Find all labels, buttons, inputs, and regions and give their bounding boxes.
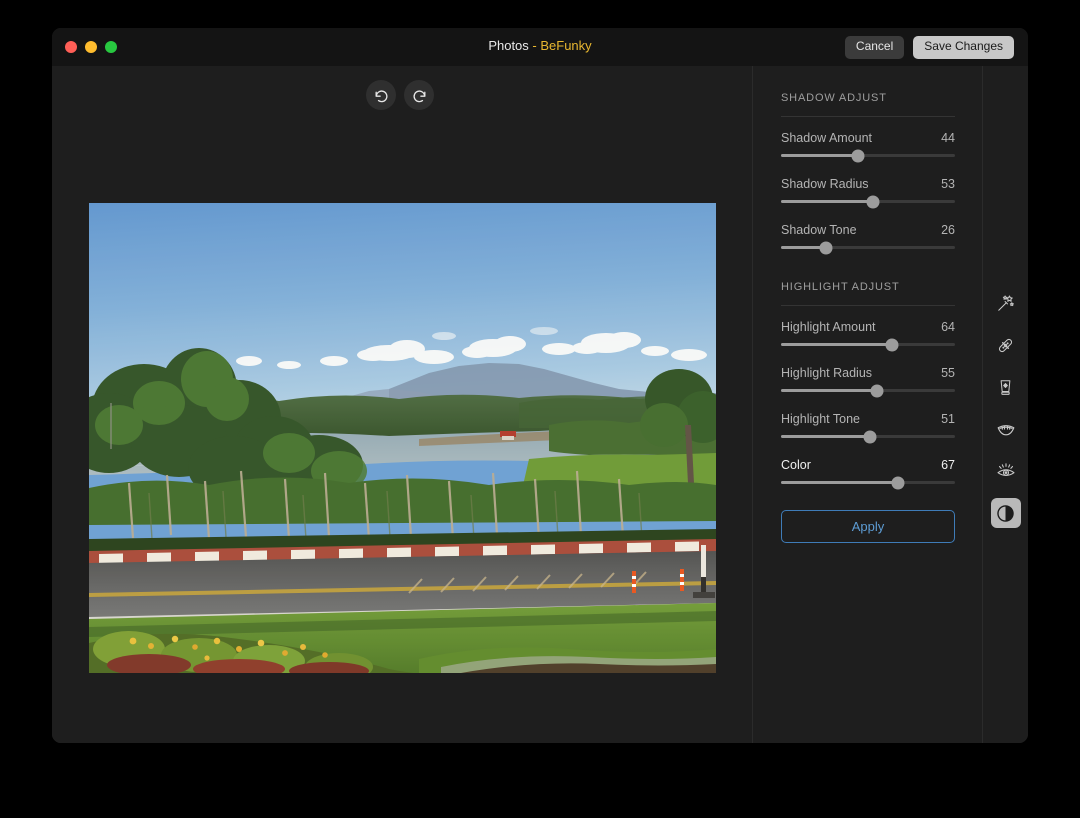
slider-fill: [781, 481, 898, 484]
close-button[interactable]: [65, 41, 77, 53]
slider-track[interactable]: [781, 195, 955, 208]
window-title-app: Photos: [488, 38, 529, 53]
slider-thumb[interactable]: [819, 241, 833, 254]
window-title-separator: -: [528, 38, 541, 53]
title-bar: Photos - BeFunky Cancel Save Changes: [52, 28, 1028, 66]
slider-track[interactable]: [781, 241, 955, 254]
slider-label: Shadow Radius: [781, 177, 869, 191]
slider-thumb[interactable]: [891, 476, 905, 489]
slider-fill: [781, 343, 893, 346]
apply-button[interactable]: Apply: [781, 510, 955, 543]
slider-header: Color 67: [781, 458, 955, 472]
slider-label: Highlight Radius: [781, 366, 873, 380]
section-rule: [781, 116, 955, 117]
slider-track[interactable]: [781, 476, 955, 489]
contrast-tool-button[interactable]: [990, 498, 1021, 528]
skin-smoother-tool-button[interactable]: [991, 372, 1021, 402]
section-rule: [781, 305, 955, 306]
slider-label: Highlight Tone: [781, 412, 860, 426]
slider-row: Shadow Tone 26: [781, 223, 955, 254]
cancel-button[interactable]: Cancel: [844, 36, 905, 59]
slider-label: Shadow Amount: [781, 131, 873, 145]
skin-smoother-icon: [996, 378, 1015, 397]
section-heading: HIGHLIGHT ADJUST: [781, 281, 900, 293]
slider-header: Highlight Amount 64: [781, 320, 955, 334]
slider-value: 26: [941, 223, 955, 237]
eye-brighten-icon: [996, 461, 1016, 481]
editor-canvas-area: [52, 66, 752, 743]
slider-value: 64: [941, 320, 955, 334]
slider-label: Highlight Amount: [781, 320, 876, 334]
slider-track[interactable]: [781, 338, 955, 351]
window-body: SHADOW ADJUST Shadow Amount 44 Shadow Radiu…: [52, 66, 1028, 743]
slider-header: Highlight Radius 55: [781, 366, 955, 380]
slider-value: 55: [941, 366, 955, 380]
slider-thumb[interactable]: [885, 338, 899, 351]
slider-track[interactable]: [781, 430, 955, 443]
undo-button[interactable]: [366, 80, 396, 110]
traffic-light-group: [65, 41, 117, 53]
slider-thumb[interactable]: [870, 384, 884, 397]
landscape-lake-road-photo: [89, 203, 716, 673]
zoom-button[interactable]: [105, 41, 117, 53]
minimize-button[interactable]: [85, 41, 97, 53]
slider-fill: [781, 435, 870, 438]
slider-row: Shadow Amount 44: [781, 131, 955, 162]
teeth-whiten-tool-button[interactable]: [991, 414, 1021, 444]
slider-value: 53: [941, 177, 955, 191]
section-heading: SHADOW ADJUST: [781, 92, 887, 104]
slider-row: Highlight Tone 51: [781, 412, 955, 443]
slider-label: Shadow Tone: [781, 223, 857, 237]
slider-row: Highlight Radius 55: [781, 366, 955, 397]
teeth-whiten-icon: [996, 419, 1016, 439]
slider-track[interactable]: [781, 384, 955, 397]
app-window: Photos - BeFunky Cancel Save Changes SHA…: [52, 28, 1028, 743]
contrast-icon: [995, 503, 1016, 524]
slider-header: Shadow Radius 53: [781, 177, 955, 191]
slider-thumb[interactable]: [851, 149, 865, 162]
redo-button[interactable]: [404, 80, 434, 110]
slider-value: 67: [941, 458, 955, 472]
slider-track[interactable]: [781, 149, 955, 162]
slider-header: Highlight Tone 51: [781, 412, 955, 426]
photo-canvas[interactable]: [89, 203, 716, 673]
slider-header: Shadow Amount 44: [781, 131, 955, 145]
slider-fill: [781, 154, 858, 157]
blemish-fix-tool-button[interactable]: [991, 330, 1021, 360]
slider-row: Highlight Amount 64: [781, 320, 955, 351]
blemish-fix-icon: [996, 336, 1015, 355]
magic-wand-icon: [996, 294, 1015, 313]
slider-fill: [781, 389, 877, 392]
slider-label: Color: [781, 458, 811, 472]
slider-value: 51: [941, 412, 955, 426]
titlebar-actions: Cancel Save Changes: [844, 36, 1014, 59]
tool-rail: [983, 66, 1028, 743]
save-changes-button[interactable]: Save Changes: [913, 36, 1014, 59]
slider-fill: [781, 200, 874, 203]
slider-row: Color 67: [781, 458, 955, 489]
slider-row: Shadow Radius 53: [781, 177, 955, 208]
slider-thumb[interactable]: [866, 195, 880, 208]
slider-thumb[interactable]: [863, 430, 877, 443]
eye-brighten-tool-button[interactable]: [991, 456, 1021, 486]
history-toolbar: [52, 66, 752, 118]
magic-wand-tool-button[interactable]: [991, 288, 1021, 318]
adjust-settings-panel: SHADOW ADJUST Shadow Amount 44 Shadow Radiu…: [753, 66, 982, 743]
window-title-brand: BeFunky: [540, 38, 592, 53]
slider-header: Shadow Tone 26: [781, 223, 955, 237]
slider-value: 44: [941, 131, 955, 145]
